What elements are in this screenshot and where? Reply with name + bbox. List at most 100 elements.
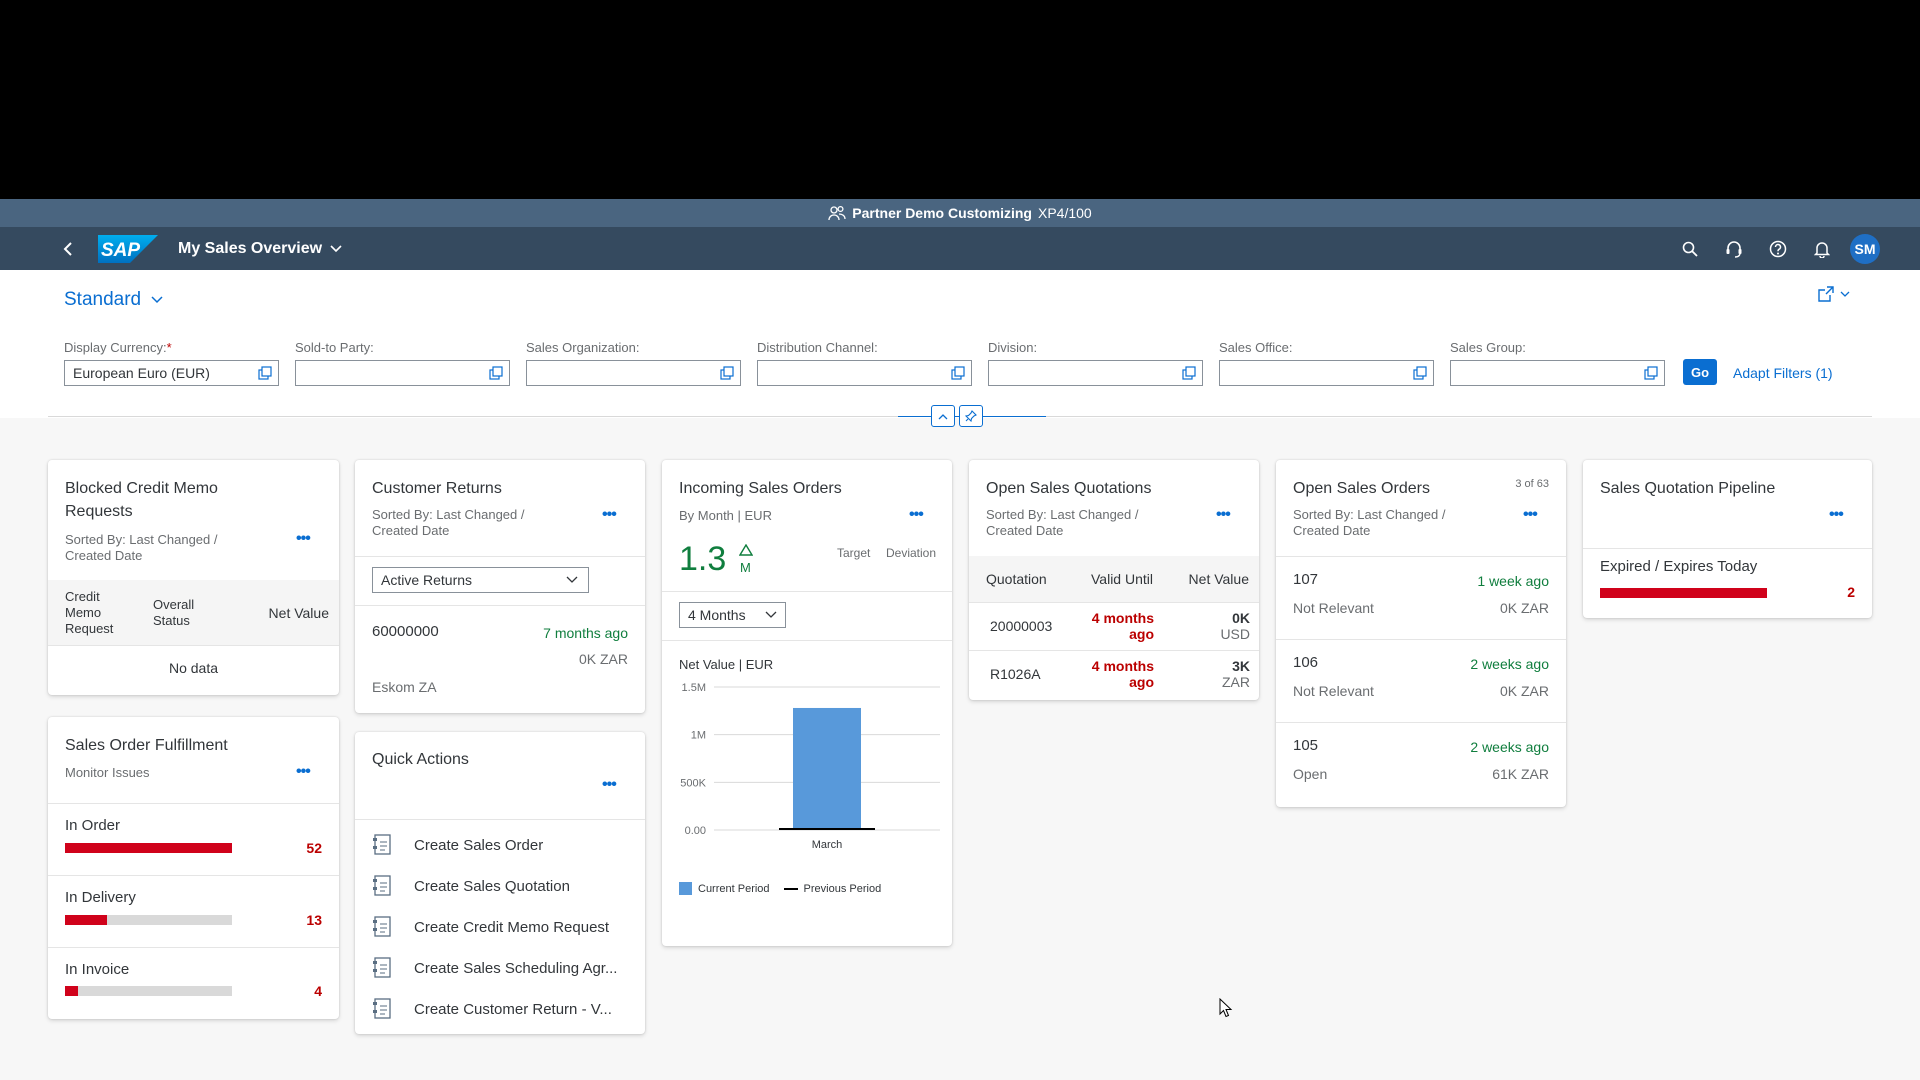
order-time: 2 weeks ago [1470, 656, 1549, 672]
list-item[interactable]: 106 2 weeks ago Not Relevant 0K ZAR [1276, 639, 1566, 722]
more-options-button[interactable]: ••• [909, 506, 924, 524]
card-quick-actions[interactable]: Quick Actions ••• Create Sales Order Cre… [355, 732, 645, 1034]
column-header-valid-until: Valid Until [1091, 571, 1153, 587]
sales-office-input[interactable] [1219, 360, 1434, 386]
more-options-button[interactable]: ••• [602, 506, 617, 524]
more-options-button[interactable]: ••• [602, 776, 617, 794]
list-item[interactable]: 60000000 7 months ago 0K ZAR Eskom ZA [355, 605, 645, 713]
more-options-button[interactable]: ••• [1216, 506, 1231, 524]
pin-header-button[interactable] [959, 405, 983, 427]
net-value-bar-chart: 0.00 500K 1M 1.5M March [680, 682, 940, 851]
variant-selector[interactable]: Standard [64, 289, 163, 311]
sold-to-party-input[interactable] [295, 360, 510, 386]
list-item[interactable]: 107 1 week ago Not Relevant 0K ZAR [1276, 556, 1566, 639]
kpi-value: 1.3 [679, 540, 727, 578]
adapt-filters-button[interactable]: Adapt Filters (1) [1733, 365, 1833, 381]
item-label: In Delivery [65, 889, 136, 906]
list-item[interactable]: 105 2 weeks ago Open 61K ZAR [1276, 722, 1566, 805]
bar-current-period[interactable] [793, 707, 861, 830]
support-button[interactable] [1712, 227, 1756, 270]
item-label: In Invoice [65, 961, 130, 978]
filter-label: Sales Group: [1450, 340, 1526, 355]
user-avatar[interactable]: SM [1850, 233, 1880, 264]
notifications-button[interactable] [1800, 227, 1844, 270]
progress-bar [65, 915, 232, 925]
card-sales-order-fulfillment[interactable]: Sales Order Fulfillment Monitor Issues •… [48, 717, 339, 1019]
card-open-sales-quotations[interactable]: Open Sales Quotations Sorted By: Last Ch… [969, 460, 1259, 700]
system-name: Partner Demo Customizing [852, 205, 1032, 221]
more-options-button[interactable]: ••• [1829, 506, 1844, 524]
quick-action-create-credit-memo-request[interactable]: Create Credit Memo Request [372, 910, 609, 944]
share-button[interactable] [1818, 286, 1850, 302]
legend-current: Current Period [698, 882, 770, 895]
value-help-icon[interactable] [489, 366, 503, 380]
quick-action-create-scheduling-agreement[interactable]: Create Sales Scheduling Agr... [372, 951, 617, 985]
headset-icon [1726, 240, 1742, 258]
value-help-icon[interactable] [1644, 366, 1658, 380]
item-count: 52 [306, 840, 322, 856]
display-currency-input[interactable]: European Euro (EUR) [64, 360, 279, 386]
list-item[interactable]: In Order 52 [48, 803, 339, 875]
row-separator [662, 591, 952, 592]
quick-action-create-sales-order[interactable]: Create Sales Order [372, 828, 543, 862]
back-button[interactable] [48, 241, 88, 257]
target-label: Target [837, 546, 871, 560]
go-button[interactable]: Go [1683, 359, 1717, 385]
share-icon [1818, 286, 1834, 302]
period-select[interactable]: 4 Months [679, 602, 786, 628]
help-button[interactable] [1756, 227, 1800, 270]
value-help-icon[interactable] [258, 366, 272, 380]
list-item[interactable]: In Invoice 4 [48, 947, 339, 1019]
help-icon [1769, 240, 1787, 257]
row-separator [355, 819, 645, 820]
card-blocked-credit-memo[interactable]: Blocked Credit Memo Requests Sorted By: L… [48, 460, 339, 695]
sales-organization-input[interactable] [526, 360, 741, 386]
quick-action-create-customer-return[interactable]: Create Customer Return - V... [372, 992, 612, 1026]
x-tick-label: March [812, 839, 843, 851]
order-time: 2 weeks ago [1470, 739, 1549, 755]
more-options-button[interactable]: ••• [296, 530, 311, 548]
returns-filter-select[interactable]: Active Returns [372, 567, 589, 593]
filter-sales-group: Sales Group: [1450, 340, 1681, 386]
list-item[interactable]: In Delivery 13 [48, 875, 339, 947]
card-customer-returns[interactable]: Customer Returns Sorted By: Last Changed… [355, 460, 645, 713]
form-icon [373, 916, 391, 937]
more-options-button[interactable]: ••• [296, 763, 311, 781]
card-sales-quotation-pipeline[interactable]: Sales Quotation Pipeline ••• Expired / E… [1583, 460, 1872, 618]
row-separator [662, 640, 952, 641]
division-input[interactable] [988, 360, 1203, 386]
search-button[interactable] [1668, 227, 1712, 270]
value-help-icon[interactable] [1413, 366, 1427, 380]
form-icon [373, 998, 391, 1019]
form-icon [373, 834, 391, 855]
distribution-channel-input[interactable] [757, 360, 972, 386]
card-open-sales-orders[interactable]: Open Sales Orders 3 of 63 Sorted By: Las… [1276, 460, 1566, 807]
return-amount: 0K ZAR [578, 651, 628, 667]
select-value: 4 Months [688, 607, 746, 623]
order-status: Open [1293, 766, 1328, 782]
card-subtitle: Sorted By: Last Changed / Created Date [986, 507, 1139, 538]
value-help-icon[interactable] [951, 366, 965, 380]
value-help-icon[interactable] [1182, 366, 1196, 380]
quick-action-create-sales-quotation[interactable]: Create Sales Quotation [372, 869, 570, 903]
order-amount: 0K ZAR [1499, 600, 1549, 616]
item-count: 13 [306, 912, 322, 928]
progress-bar [65, 843, 232, 853]
app-title-menu[interactable]: My Sales Overview [178, 240, 342, 258]
card-incoming-sales-orders[interactable]: Incoming Sales Orders By Month | EUR •••… [662, 460, 952, 946]
sap-logo[interactable]: SAP [98, 234, 158, 263]
collapse-header-button[interactable] [931, 405, 955, 427]
item-count: 4 [314, 983, 322, 999]
svg-text:SAP: SAP [101, 240, 140, 261]
sales-group-input[interactable] [1450, 360, 1665, 386]
value-help-icon[interactable] [720, 366, 734, 380]
table-row[interactable]: 20000003 4 months ago 0K USD [969, 602, 1259, 650]
valid-until: 4 months ago [1091, 610, 1154, 642]
card-title: Incoming Sales Orders [679, 480, 842, 497]
variant-name: Standard [64, 289, 142, 310]
list-item[interactable]: Expired / Expires Today 2 [1583, 548, 1872, 616]
more-options-button[interactable]: ••• [1523, 506, 1538, 524]
order-id: 105 [1293, 737, 1319, 754]
chevron-down-icon [330, 244, 342, 252]
table-row[interactable]: R1026A 4 months ago 3K ZAR [969, 650, 1259, 698]
